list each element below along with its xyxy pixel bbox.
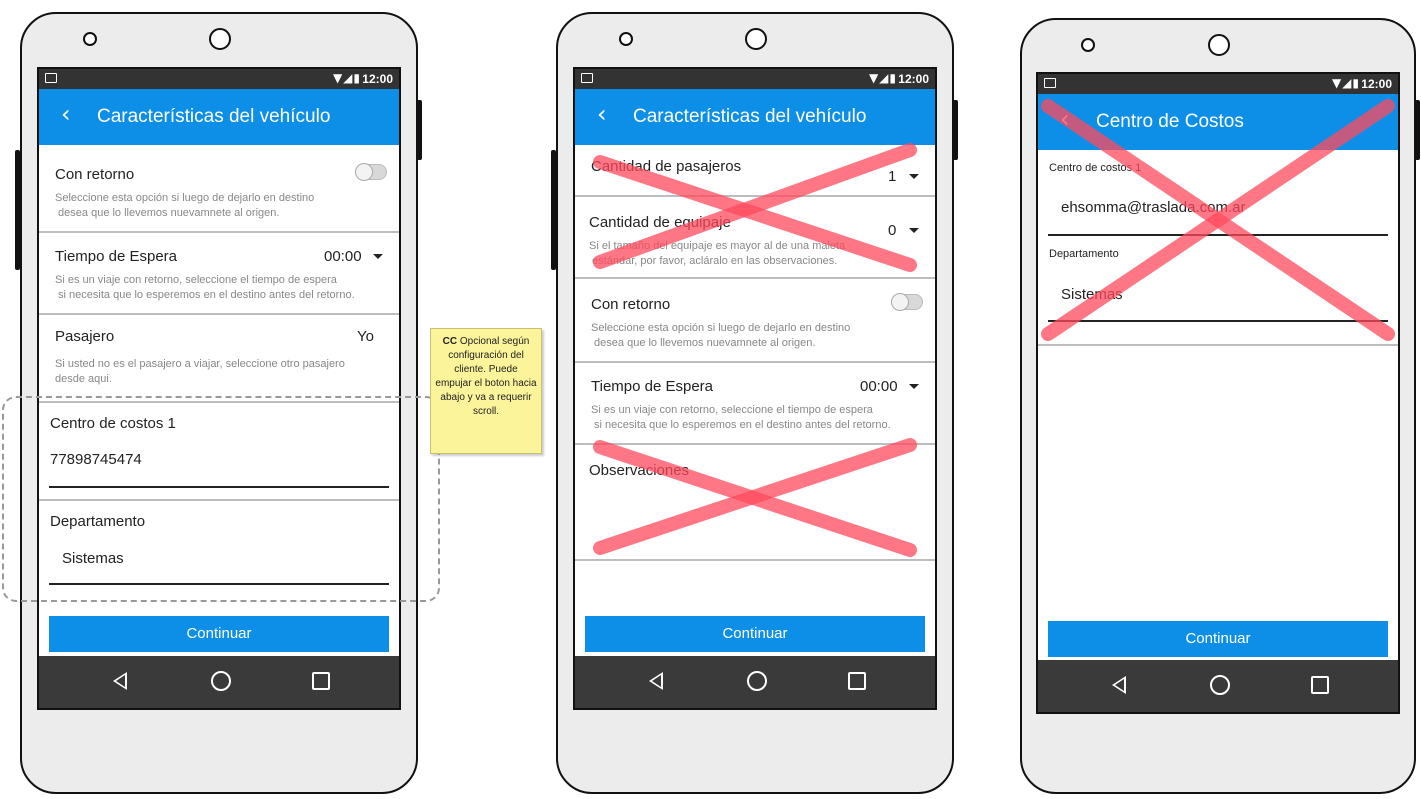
chevron-down-icon[interactable] (909, 174, 919, 179)
app-bar: ‹ Características del vehículo (575, 89, 935, 145)
image-icon (581, 73, 593, 83)
earpiece (619, 32, 633, 46)
side-button (551, 150, 556, 270)
back-chevron-icon[interactable]: ‹ (597, 100, 607, 128)
power-button (953, 100, 958, 160)
nav-recents-icon[interactable] (312, 672, 330, 690)
side-button (15, 150, 20, 270)
status-bar: ▼◢▮ 12:00 (575, 69, 935, 89)
centro-costos-input[interactable]: ehsomma@traslada.com.ar (1061, 199, 1245, 216)
signal-battery-icon: ▼◢▮ (1331, 76, 1360, 90)
power-button (1415, 100, 1420, 160)
tiempo-espera-value[interactable]: 00:00 (324, 248, 362, 265)
chevron-down-icon[interactable] (373, 254, 383, 259)
screen-2: ▼◢▮ 12:00 ‹ Características del vehículo… (573, 67, 937, 710)
con-retorno-toggle[interactable] (891, 293, 923, 311)
front-camera (1208, 34, 1230, 56)
nav-back-icon[interactable] (649, 672, 663, 690)
status-bar: ▼◢▮ 12:00 (1038, 74, 1398, 94)
page-title: Características del vehículo (97, 106, 331, 127)
earpiece (1081, 38, 1095, 52)
tiempo-espera-value[interactable]: 00:00 (860, 378, 898, 395)
departamento-input[interactable]: Sistemas (1061, 286, 1123, 303)
row-con-retorno: Con retorno Seleccione esta opción si lu… (575, 279, 935, 363)
continuar-button[interactable]: Continuar (585, 616, 925, 652)
note-text: Opcional según configuración del cliente… (435, 336, 537, 417)
tiempo-espera-label: Tiempo de Espera (55, 248, 178, 265)
page-title: Centro de Costos (1096, 111, 1244, 132)
con-retorno-label: Con retorno (591, 296, 671, 313)
sticky-note: CC Opcional según configuración del clie… (430, 328, 542, 454)
tiempo-espera-label: Tiempo de Espera (591, 378, 714, 395)
back-chevron-icon[interactable]: ‹ (61, 100, 71, 128)
note-bold: CC (442, 336, 458, 347)
pasajero-value[interactable]: Yo (357, 328, 374, 345)
row-centro-costos: Centro de costos 1 ehsomma@traslada.com.… (1038, 152, 1398, 238)
row-departamento: Departamento Sistemas (1038, 240, 1398, 346)
front-camera (209, 28, 231, 50)
pasajero-label: Pasajero (55, 328, 115, 345)
centro-costos-underline (1048, 234, 1388, 236)
row-pasajero: Pasajero Yo Si usted no es el pasajero a… (39, 315, 399, 403)
image-icon (1044, 78, 1056, 88)
con-retorno-hint: Seleccione esta opción si luego de dejar… (55, 192, 315, 219)
status-time: 12:00 (1361, 77, 1392, 91)
row-cantidad-pasajeros: Cantidad de pasajeros 1 (575, 147, 935, 197)
nav-bar (575, 656, 935, 708)
nav-back-icon[interactable] (1112, 676, 1126, 694)
signal-battery-icon: ▼◢▮ (332, 71, 361, 85)
nav-back-icon[interactable] (113, 672, 127, 690)
cantidad-pasajeros-value[interactable]: 1 (888, 168, 896, 185)
app-bar: ‹ Características del vehículo (39, 89, 399, 145)
con-retorno-label: Con retorno (55, 166, 135, 183)
departamento-label: Departamento (1049, 248, 1119, 260)
row-tiempo-espera: Tiempo de Espera 00:00 Si es un viaje co… (39, 233, 399, 315)
pasajero-hint: Si usted no es el pasajero a viajar, sel… (55, 358, 345, 385)
optional-section-highlight (2, 396, 440, 602)
status-time: 12:00 (362, 72, 393, 86)
cantidad-equipaje-value[interactable]: 0 (888, 222, 896, 239)
nav-recents-icon[interactable] (1311, 676, 1329, 694)
signal-battery-icon: ▼◢▮ (868, 71, 897, 85)
chevron-down-icon[interactable] (909, 228, 919, 233)
observaciones-label: Observaciones (589, 462, 690, 479)
cantidad-equipaje-label: Cantidad de equipaje (589, 214, 731, 231)
row-cantidad-equipaje: Cantidad de equipaje 0 Si el tamaño del … (575, 197, 935, 279)
screen-1: ▼◢▮ 12:00 ‹ Características del vehículo… (37, 67, 401, 710)
cantidad-equipaje-hint: Si el tamaño del equipaje es mayor al de… (589, 240, 846, 267)
front-camera (745, 28, 767, 50)
nav-home-icon[interactable] (747, 671, 767, 691)
continuar-button[interactable]: Continuar (49, 616, 389, 652)
status-bar: ▼◢▮ 12:00 (39, 69, 399, 89)
con-retorno-hint: Seleccione esta opción si luego de dejar… (591, 322, 851, 349)
cantidad-pasajeros-label: Cantidad de pasajeros (591, 158, 742, 175)
nav-home-icon[interactable] (211, 671, 231, 691)
back-chevron-icon[interactable]: ‹ (1060, 105, 1070, 133)
image-icon (45, 73, 57, 83)
row-observaciones: Observaciones (575, 445, 935, 561)
power-button (417, 100, 422, 160)
screen-3: ▼◢▮ 12:00 ‹ Centro de Costos Centro de c… (1036, 72, 1400, 714)
row-con-retorno: Con retorno Seleccione esta opción si lu… (39, 147, 399, 233)
tiempo-espera-hint: Si es un viaje con retorno, seleccione e… (591, 404, 891, 431)
departamento-underline (1048, 320, 1388, 322)
app-bar: ‹ Centro de Costos (1038, 94, 1398, 150)
con-retorno-toggle[interactable] (355, 163, 387, 181)
nav-home-icon[interactable] (1210, 675, 1230, 695)
chevron-down-icon[interactable] (909, 384, 919, 389)
continuar-button[interactable]: Continuar (1048, 621, 1388, 657)
nav-recents-icon[interactable] (848, 672, 866, 690)
tiempo-espera-hint: Si es un viaje con retorno, seleccione e… (55, 274, 355, 301)
centro-costos-label: Centro de costos 1 (1049, 162, 1142, 174)
status-time: 12:00 (898, 72, 929, 86)
nav-bar (39, 656, 399, 708)
page-title: Características del vehículo (633, 106, 867, 127)
nav-bar (1038, 660, 1398, 712)
earpiece (83, 32, 97, 46)
row-tiempo-espera: Tiempo de Espera 00:00 Si es un viaje co… (575, 363, 935, 445)
